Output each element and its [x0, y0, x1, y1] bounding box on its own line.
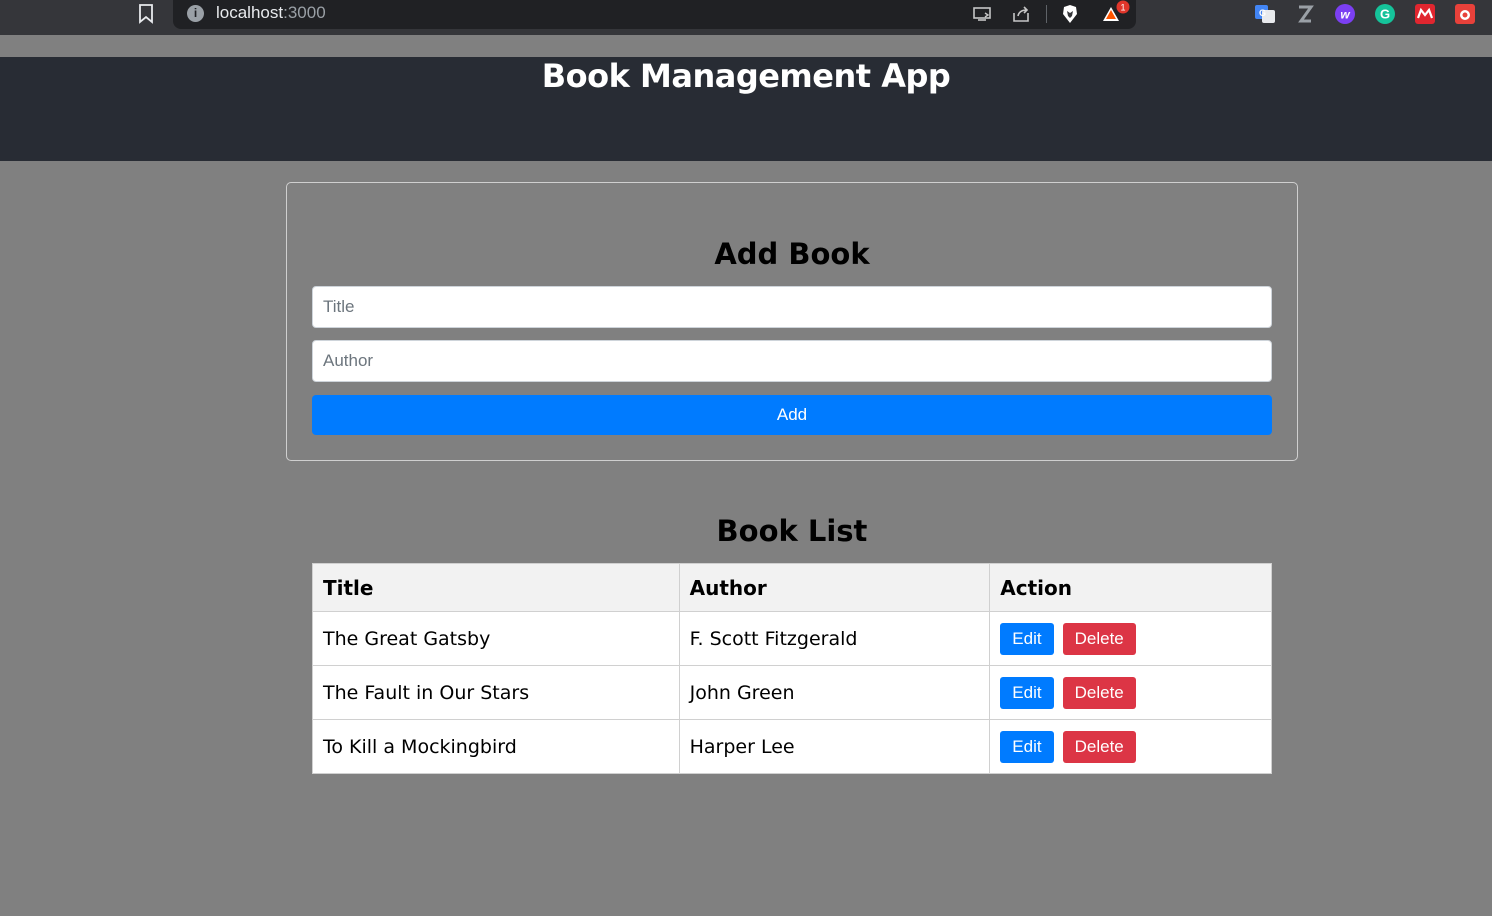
author-input[interactable]: [312, 340, 1272, 382]
table-row: The Great Gatsby F. Scott Fitzgerald Edi…: [312, 611, 1272, 666]
edit-button[interactable]: Edit: [1000, 622, 1054, 655]
google-translate-icon[interactable]: G: [1254, 3, 1276, 25]
url-text: localhost:3000: [216, 3, 326, 23]
app-title: Book Management App: [541, 57, 951, 95]
url-host: localhost: [216, 3, 284, 22]
cast-icon[interactable]: [972, 4, 992, 24]
add-book-heading: Add Book: [714, 237, 870, 271]
address-bar[interactable]: i localhost:3000 1: [173, 0, 1136, 29]
title-input[interactable]: [312, 286, 1272, 328]
svg-text:w: w: [1340, 8, 1350, 22]
notification-badge: 1: [1116, 0, 1130, 14]
delete-button[interactable]: Delete: [1062, 730, 1136, 763]
mendeley-icon[interactable]: [1414, 3, 1436, 25]
book-author-cell: F. Scott Fitzgerald: [678, 611, 991, 666]
column-header-action: Action: [989, 563, 1272, 612]
zotero-icon[interactable]: [1294, 3, 1316, 25]
svg-text:G: G: [1259, 8, 1266, 18]
grammarly-icon[interactable]: G: [1374, 3, 1396, 25]
book-action-cell: Edit Delete: [989, 719, 1272, 774]
edit-button[interactable]: Edit: [1000, 730, 1054, 763]
book-action-cell: Edit Delete: [989, 611, 1272, 666]
ad-extension-icon[interactable]: [1454, 3, 1476, 25]
book-title-cell: To Kill a Mockingbird: [312, 719, 680, 774]
add-button[interactable]: Add: [312, 395, 1272, 435]
browser-toolbar: i localhost:3000 1 G w G: [0, 0, 1492, 35]
site-info-icon[interactable]: i: [187, 5, 204, 22]
delete-button[interactable]: Delete: [1062, 622, 1136, 655]
app-header: Book Management App: [0, 57, 1492, 161]
delete-button[interactable]: Delete: [1062, 676, 1136, 709]
edit-button[interactable]: Edit: [1000, 676, 1054, 709]
book-title-cell: The Fault in Our Stars: [312, 665, 680, 720]
book-list-heading: Book List: [716, 514, 868, 548]
book-title-cell: The Great Gatsby: [312, 611, 680, 666]
bookmark-icon[interactable]: [138, 4, 154, 24]
svg-text:1: 1: [1120, 3, 1125, 13]
w-extension-icon[interactable]: w: [1334, 3, 1356, 25]
book-table: Title Author Action The Great Gatsby F. …: [312, 563, 1272, 774]
book-author-cell: John Green: [678, 665, 991, 720]
book-action-cell: Edit Delete: [989, 665, 1272, 720]
book-author-cell: Harper Lee: [678, 719, 991, 774]
add-book-form: Add Book Add: [286, 182, 1298, 461]
column-header-author: Author: [678, 563, 991, 612]
table-row: To Kill a Mockingbird Harper Lee Edit De…: [312, 719, 1272, 774]
table-header-row: Title Author Action: [312, 563, 1272, 612]
table-row: The Fault in Our Stars John Green Edit D…: [312, 665, 1272, 720]
svg-text:G: G: [1380, 7, 1390, 22]
column-header-title: Title: [312, 563, 680, 612]
brave-shield-icon[interactable]: [1060, 4, 1080, 24]
url-port: :3000: [283, 3, 326, 22]
share-icon[interactable]: [1011, 4, 1031, 24]
toolbar-separator: [1046, 5, 1047, 23]
